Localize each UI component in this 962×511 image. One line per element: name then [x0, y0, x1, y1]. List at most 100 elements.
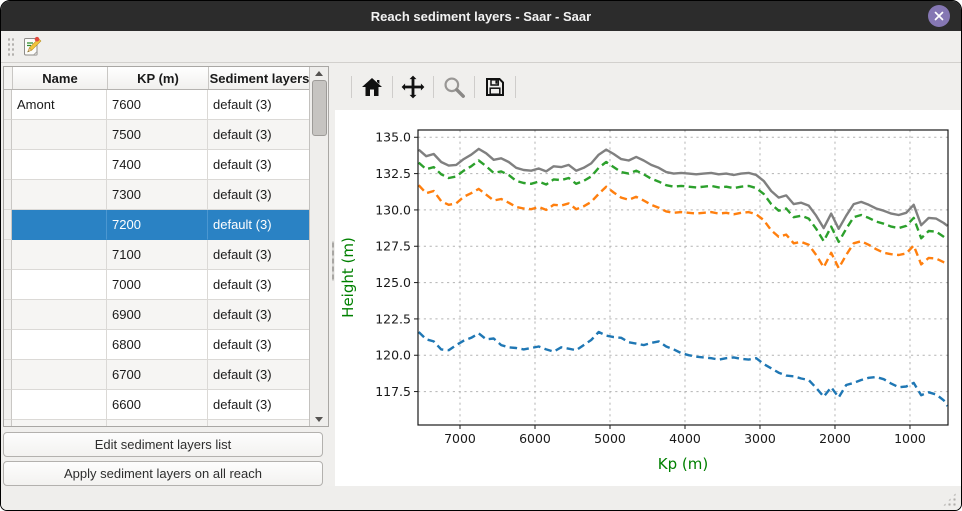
edit-sediment-layers-list-button[interactable]: Edit sediment layers list	[3, 432, 323, 457]
scrollbar-down-button[interactable]	[310, 413, 328, 426]
home-icon	[360, 75, 384, 99]
cell-kp[interactable]: 6900	[107, 300, 208, 330]
cell-kp[interactable]: 7400	[107, 150, 208, 180]
cell-layers[interactable]: default (3)	[208, 90, 309, 120]
row-header[interactable]	[4, 240, 12, 270]
sediment-table-panel: Name KP (m) Sediment layers Amont7600def…	[1, 63, 331, 486]
y-tick-label: 120.0	[375, 348, 411, 363]
table-corner-header[interactable]	[4, 67, 13, 89]
toolbar-separator	[515, 76, 516, 98]
home-view-button[interactable]	[357, 72, 387, 102]
zoom-icon	[441, 74, 467, 100]
cell-layers[interactable]: default (3)	[208, 210, 309, 240]
y-tick-label: 132.5	[375, 166, 411, 181]
figure-canvas[interactable]: 135.0132.5130.0127.5125.0122.5120.0117.5…	[335, 110, 961, 486]
table-row[interactable]: 6700default (3)	[4, 360, 309, 390]
table-row[interactable]: 6600default (3)	[4, 390, 309, 420]
table-row[interactable]: Amont7600default (3)	[4, 90, 309, 120]
row-header[interactable]	[4, 180, 12, 210]
cell-name[interactable]	[12, 150, 107, 180]
cell-kp[interactable]: 7200	[107, 210, 208, 240]
x-tick-label: 7000	[444, 431, 476, 446]
splitter-handle-icon	[332, 241, 334, 281]
cell-layers[interactable]: default (3)	[208, 240, 309, 270]
cell-name[interactable]	[12, 120, 107, 150]
row-header[interactable]	[4, 150, 12, 180]
cell-kp[interactable]: 7000	[107, 270, 208, 300]
cell-kp[interactable]: 7500	[107, 120, 208, 150]
cell-name[interactable]	[12, 240, 107, 270]
table-row[interactable]: 7300default (3)	[4, 180, 309, 210]
cell-name[interactable]	[12, 270, 107, 300]
table-row[interactable]: 7500default (3)	[4, 120, 309, 150]
titlebar[interactable]: Reach sediment layers - Saar - Saar	[1, 1, 961, 31]
sediment-profile-chart: 135.0132.5130.0127.5125.0122.5120.0117.5…	[335, 110, 961, 486]
table-row[interactable]: 7200default (3)	[4, 210, 309, 240]
table-row[interactable]: 6800default (3)	[4, 330, 309, 360]
cell-layers[interactable]: default (3)	[208, 330, 309, 360]
cell-kp[interactable]: 7600	[107, 90, 208, 120]
close-icon	[932, 9, 946, 23]
column-header-sediment-layers[interactable]: Sediment layers	[209, 67, 309, 89]
table-row[interactable]: 7400default (3)	[4, 150, 309, 180]
cell-layers[interactable]: default (3)	[208, 180, 309, 210]
x-tick-label: 2000	[819, 431, 851, 446]
table-scrollbar[interactable]	[309, 67, 328, 426]
cell-layers[interactable]: default (3)	[208, 300, 309, 330]
window-title: Reach sediment layers - Saar - Saar	[371, 9, 591, 24]
edit-sediment-layers-tool-button[interactable]	[19, 34, 45, 60]
table-row[interactable]: 6900default (3)	[4, 300, 309, 330]
column-header-kp[interactable]: KP (m)	[108, 67, 209, 89]
row-header[interactable]	[4, 210, 12, 240]
cell-layers[interactable]: default (3)	[208, 390, 309, 420]
table-row[interactable]: 7100default (3)	[4, 240, 309, 270]
resize-grip[interactable]	[942, 492, 957, 507]
toolbar-drag-handle[interactable]	[7, 37, 14, 57]
scrollbar-up-button[interactable]	[310, 67, 328, 80]
cell-layers[interactable]: default (3)	[208, 150, 309, 180]
y-tick-label: 117.5	[375, 384, 411, 399]
table-row[interactable]: 7000default (3)	[4, 270, 309, 300]
chart-panel: 135.0132.5130.0127.5125.0122.5120.0117.5…	[335, 63, 961, 486]
main-area: Name KP (m) Sediment layers Amont7600def…	[1, 63, 961, 486]
row-header[interactable]	[4, 360, 12, 390]
apply-sediment-layers-button[interactable]: Apply sediment layers on all reach	[3, 461, 323, 486]
series-line-orange-dashed	[419, 185, 948, 268]
table-row-partial	[4, 420, 309, 426]
cell-layers[interactable]: default (3)	[208, 270, 309, 300]
toolbar-separator	[392, 76, 393, 98]
row-header[interactable]	[4, 120, 12, 150]
y-tick-label: 135.0	[375, 130, 411, 145]
close-button[interactable]	[928, 5, 950, 27]
scrollbar-thumb[interactable]	[312, 80, 327, 136]
cell-layers[interactable]: default (3)	[208, 120, 309, 150]
pan-button[interactable]	[398, 72, 428, 102]
row-header[interactable]	[4, 330, 12, 360]
cell-kp[interactable]: 7300	[107, 180, 208, 210]
cell-name[interactable]	[12, 330, 107, 360]
cell-kp[interactable]: 7100	[107, 240, 208, 270]
table-body: Amont7600default (3)7500default (3)7400d…	[4, 90, 309, 426]
cell-kp[interactable]: 6600	[107, 390, 208, 420]
cell-name[interactable]	[12, 300, 107, 330]
cell-name[interactable]	[12, 390, 107, 420]
cell-layers[interactable]: default (3)	[208, 360, 309, 390]
y-tick-label: 122.5	[375, 311, 411, 326]
save-icon	[483, 75, 507, 99]
save-figure-button[interactable]	[480, 72, 510, 102]
cell-name[interactable]	[12, 360, 107, 390]
y-axis-label: Height (m)	[339, 237, 357, 318]
y-tick-label: 125.0	[375, 275, 411, 290]
cell-kp[interactable]: 6700	[107, 360, 208, 390]
series-line-blue-dashed	[419, 332, 948, 406]
cell-kp[interactable]: 6800	[107, 330, 208, 360]
cell-name[interactable]	[12, 180, 107, 210]
row-header[interactable]	[4, 390, 12, 420]
row-header[interactable]	[4, 90, 12, 120]
row-header[interactable]	[4, 300, 12, 330]
row-header[interactable]	[4, 270, 12, 300]
column-header-name[interactable]: Name	[13, 67, 108, 89]
zoom-rect-button[interactable]	[439, 72, 469, 102]
cell-name[interactable]: Amont	[12, 90, 107, 120]
cell-name[interactable]	[12, 210, 107, 240]
